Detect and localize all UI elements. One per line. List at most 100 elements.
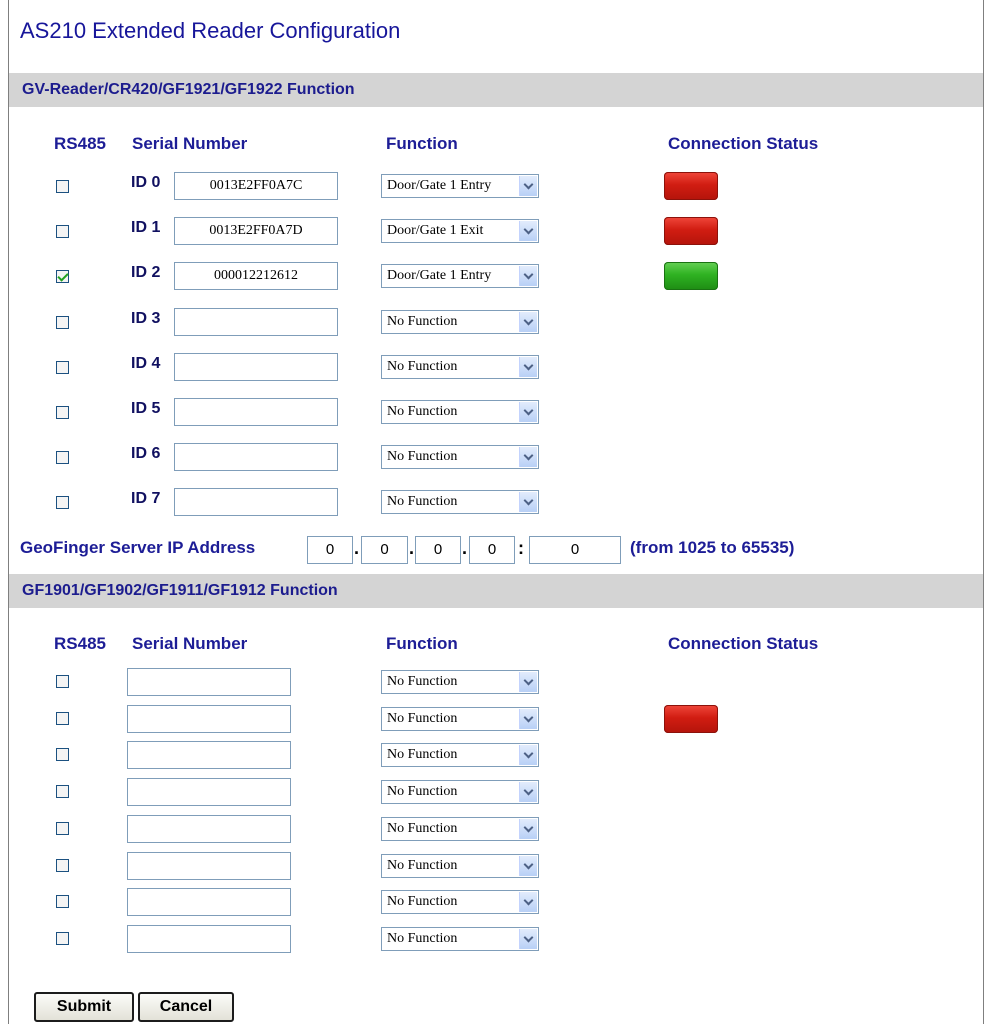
section1-header-rs485: RS485 <box>54 134 106 153</box>
serial-number-input[interactable] <box>174 353 338 381</box>
connection-status-indicator <box>664 217 718 245</box>
function-select[interactable]: No Function <box>381 890 539 914</box>
ip-dot-1: . <box>354 538 360 558</box>
connection-status-indicator <box>664 262 718 290</box>
function-select[interactable]: Door/Gate 1 Exit <box>381 219 539 243</box>
function-select-value: No Function <box>387 784 458 799</box>
port-input[interactable]: 0 <box>529 536 621 564</box>
section1-header-serial: Serial Number <box>132 134 248 153</box>
function-select[interactable]: No Function <box>381 854 539 878</box>
rs485-checkbox[interactable] <box>56 712 69 725</box>
chevron-down-icon[interactable] <box>519 782 537 802</box>
chevron-down-icon[interactable] <box>519 447 537 467</box>
function-select-value: No Function <box>387 404 458 419</box>
section1-title: GV-Reader/CR420/GF1921/GF1922 Function <box>9 73 983 107</box>
connection-status-indicator <box>664 172 718 200</box>
serial-number-input[interactable] <box>127 888 291 916</box>
function-select-value: No Function <box>387 858 458 873</box>
reader-id-label: ID 5 <box>131 400 161 417</box>
ip-octet-3[interactable]: 0 <box>415 536 461 564</box>
rs485-checkbox[interactable] <box>56 270 69 283</box>
serial-number-input[interactable] <box>127 852 291 880</box>
rs485-checkbox[interactable] <box>56 180 69 193</box>
function-select[interactable]: No Function <box>381 400 539 424</box>
serial-number-input[interactable] <box>127 668 291 696</box>
connection-status-indicator <box>664 705 718 733</box>
chevron-down-icon[interactable] <box>519 672 537 692</box>
ip-octet-2[interactable]: 0 <box>361 536 408 564</box>
rs485-checkbox[interactable] <box>56 451 69 464</box>
chevron-down-icon[interactable] <box>519 856 537 876</box>
rs485-checkbox[interactable] <box>56 859 69 872</box>
section2-header-rs485: RS485 <box>54 634 106 653</box>
rs485-checkbox[interactable] <box>56 932 69 945</box>
serial-number-input[interactable] <box>174 308 338 336</box>
chevron-down-icon[interactable] <box>519 176 537 196</box>
function-select[interactable]: No Function <box>381 817 539 841</box>
function-select[interactable]: No Function <box>381 490 539 514</box>
function-select[interactable]: No Function <box>381 670 539 694</box>
serial-number-input[interactable] <box>127 705 291 733</box>
rs485-checkbox[interactable] <box>56 895 69 908</box>
chevron-down-icon[interactable] <box>519 929 537 949</box>
chevron-down-icon[interactable] <box>519 221 537 241</box>
serial-number-input[interactable] <box>174 398 338 426</box>
serial-number-input[interactable]: 0013E2FF0A7C <box>174 172 338 200</box>
function-select[interactable]: No Function <box>381 927 539 951</box>
section1-header-function: Function <box>386 134 458 153</box>
ip-dot-3: . <box>462 538 468 558</box>
function-select[interactable]: No Function <box>381 445 539 469</box>
rs485-checkbox[interactable] <box>56 822 69 835</box>
serial-number-input[interactable] <box>174 443 338 471</box>
function-select-value: No Function <box>387 894 458 909</box>
function-select[interactable]: Door/Gate 1 Entry <box>381 264 539 288</box>
serial-number-input[interactable]: 0013E2FF0A7D <box>174 217 338 245</box>
chevron-down-icon[interactable] <box>519 312 537 332</box>
function-select[interactable]: Door/Gate 1 Entry <box>381 174 539 198</box>
ip-octet-1[interactable]: 0 <box>307 536 353 564</box>
function-select-value: No Function <box>387 821 458 836</box>
function-select[interactable]: No Function <box>381 355 539 379</box>
reader-id-label: ID 4 <box>131 355 161 372</box>
section2-header-serial: Serial Number <box>132 634 248 653</box>
rs485-checkbox[interactable] <box>56 406 69 419</box>
serial-number-input[interactable] <box>127 778 291 806</box>
serial-number-input[interactable] <box>127 741 291 769</box>
rs485-checkbox[interactable] <box>56 225 69 238</box>
function-select[interactable]: No Function <box>381 743 539 767</box>
function-select-value: No Function <box>387 314 458 329</box>
function-select[interactable]: No Function <box>381 707 539 731</box>
cancel-button[interactable]: Cancel <box>138 992 234 1022</box>
function-select-value: No Function <box>387 494 458 509</box>
submit-button[interactable]: Submit <box>34 992 134 1022</box>
function-select[interactable]: No Function <box>381 780 539 804</box>
reader-id-label: ID 1 <box>131 219 161 236</box>
serial-number-input[interactable] <box>127 925 291 953</box>
chevron-down-icon[interactable] <box>519 402 537 422</box>
ip-colon: : <box>518 538 524 558</box>
section2-title: GF1901/GF1902/GF1911/GF1912 Function <box>9 574 983 608</box>
function-select-value: No Function <box>387 674 458 689</box>
rs485-checkbox[interactable] <box>56 361 69 374</box>
function-select-value: No Function <box>387 449 458 464</box>
serial-number-input[interactable] <box>127 815 291 843</box>
chevron-down-icon[interactable] <box>519 357 537 377</box>
ip-octet-4[interactable]: 0 <box>469 536 515 564</box>
chevron-down-icon[interactable] <box>519 892 537 912</box>
rs485-checkbox[interactable] <box>56 496 69 509</box>
chevron-down-icon[interactable] <box>519 492 537 512</box>
chevron-down-icon[interactable] <box>519 266 537 286</box>
rs485-checkbox[interactable] <box>56 748 69 761</box>
chevron-down-icon[interactable] <box>519 819 537 839</box>
rs485-checkbox[interactable] <box>56 785 69 798</box>
rs485-checkbox[interactable] <box>56 316 69 329</box>
function-select[interactable]: No Function <box>381 310 539 334</box>
chevron-down-icon[interactable] <box>519 745 537 765</box>
serial-number-input[interactable]: 000012212612 <box>174 262 338 290</box>
reader-id-label: ID 6 <box>131 445 161 462</box>
chevron-down-icon[interactable] <box>519 709 537 729</box>
serial-number-input[interactable] <box>174 488 338 516</box>
reader-id-label: ID 7 <box>131 490 161 507</box>
rs485-checkbox[interactable] <box>56 675 69 688</box>
reader-id-label: ID 3 <box>131 310 161 327</box>
